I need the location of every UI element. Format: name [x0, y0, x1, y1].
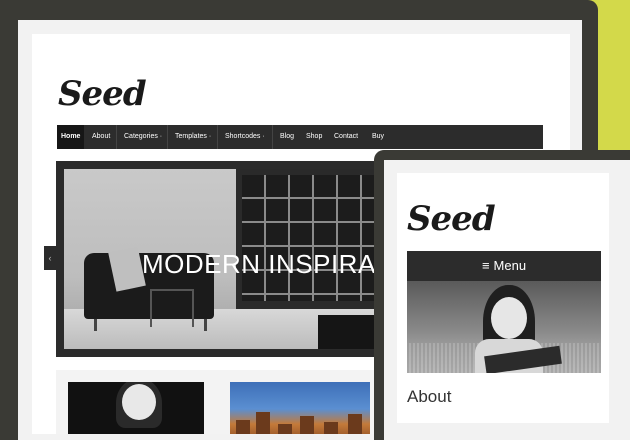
mobile-screen: Seed ≡ Menu About: [397, 173, 609, 423]
nav-item-templates[interactable]: Templates ·: [171, 125, 215, 149]
sofa-leg: [94, 319, 97, 331]
mobile-menu-label: Menu: [493, 258, 527, 273]
building: [236, 420, 250, 434]
mobile-device-frame: Seed ≡ Menu About: [374, 150, 630, 440]
building: [278, 424, 292, 434]
nav-item-shortcodes[interactable]: Shortcodes ·: [221, 125, 269, 149]
building: [324, 422, 338, 434]
bookshelf: [242, 175, 380, 301]
hamburger-icon: ≡: [481, 258, 490, 273]
nav-item-about[interactable]: About: [88, 125, 114, 149]
mobile-site-logo[interactable]: Seed: [407, 199, 496, 239]
building: [300, 416, 314, 434]
slide-caption: MODERN INSPIRA: [142, 249, 376, 279]
building: [348, 414, 362, 434]
slider-prev-button[interactable]: ‹: [44, 246, 56, 270]
portrait-face: [122, 384, 156, 420]
nav-item-categories[interactable]: Categories ·: [120, 125, 166, 149]
nav-item-shop[interactable]: Shop: [302, 125, 326, 149]
post-thumbnail-city[interactable]: [230, 382, 370, 434]
nav-item-home[interactable]: Home: [57, 125, 85, 149]
chevron-left-icon: ‹: [48, 253, 52, 263]
sofa-leg: [204, 319, 207, 331]
site-logo[interactable]: Seed: [58, 74, 147, 114]
nav-divider: [217, 125, 218, 149]
nav-divider: [167, 125, 168, 149]
nav-item-blog[interactable]: Blog: [276, 125, 298, 149]
main-navigation: Home About Categories · Templates · Shor…: [57, 125, 543, 149]
nav-item-buy[interactable]: Buy: [368, 125, 388, 149]
photo-face: [491, 297, 527, 339]
nav-item-contact[interactable]: Contact: [330, 125, 362, 149]
dark-cabinet: [318, 315, 378, 349]
side-table: [150, 289, 194, 327]
mobile-hero-photo: [407, 281, 601, 373]
building: [256, 412, 270, 434]
nav-divider: [116, 125, 117, 149]
nav-divider: [272, 125, 273, 149]
mobile-section-heading: About: [407, 387, 452, 406]
mobile-menu-button[interactable]: ≡ Menu: [407, 251, 601, 281]
post-thumbnail-portrait[interactable]: [68, 382, 204, 434]
